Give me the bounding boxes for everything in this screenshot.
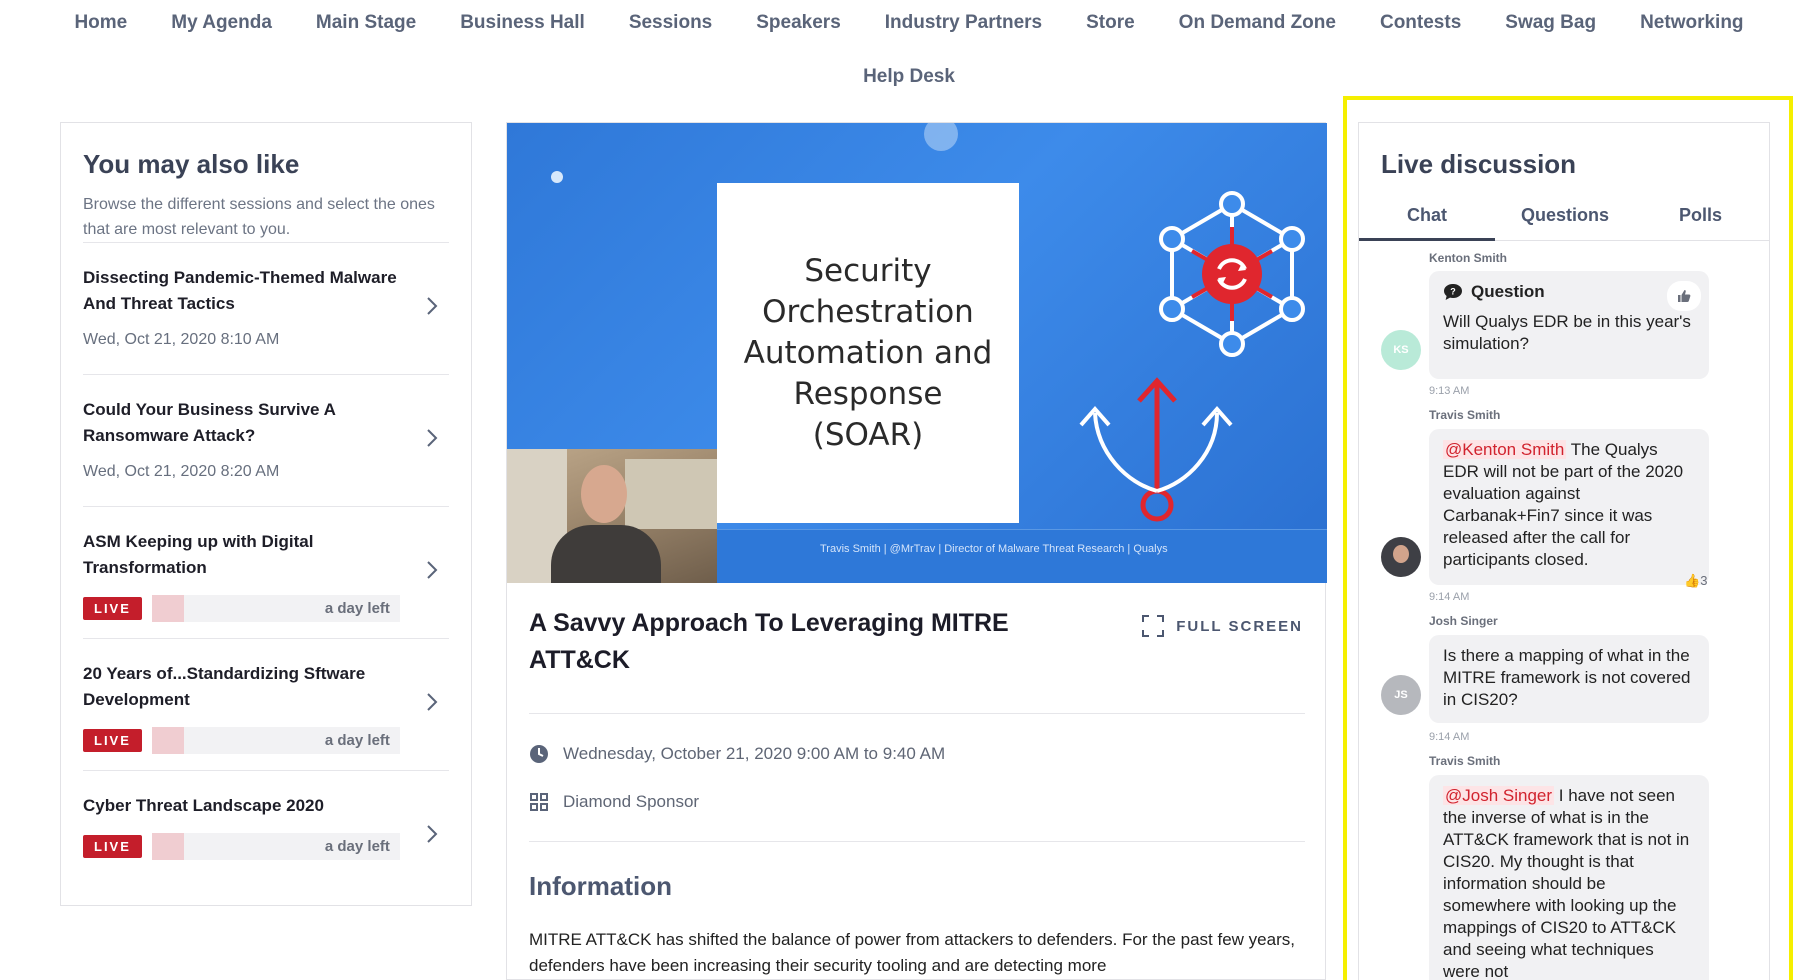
divider [529,841,1305,842]
nav-speakers[interactable]: Speakers [734,12,863,34]
session-date: Wed, Oct 21, 2020 8:10 AM [83,331,280,348]
session-item[interactable]: Cyber Threat Landscape 2020 LIVE a day l… [83,770,449,902]
time-progress-bar: a day left [151,833,400,860]
full-screen-button[interactable]: FULL SCREEN [1142,615,1303,637]
chevron-right-icon[interactable] [425,823,439,845]
nav-my-agenda[interactable]: My Agenda [149,12,294,34]
divider [529,713,1305,714]
slide-caption: Travis Smith | @MrTrav | Director of Mal… [820,543,1168,555]
video-player[interactable]: Security Orchestration Automation and Re… [507,123,1327,583]
nav-business-hall[interactable]: Business Hall [438,12,607,34]
nav-sessions[interactable]: Sessions [607,12,734,34]
soar-hexagon-icon [1159,191,1305,357]
progress-fill [151,833,184,860]
session-detail: Security Orchestration Automation and Re… [506,122,1327,980]
time-progress-bar: a day left [151,727,400,754]
nav-main-stage[interactable]: Main Stage [294,12,438,34]
chevron-right-icon[interactable] [425,691,439,713]
panel-description: Browse the different sessions and select… [83,196,435,238]
live-badge: LIVE [83,835,142,858]
session-item[interactable]: Dissecting Pandemic-Themed Malware And T… [83,242,449,374]
progress-fill [151,595,184,622]
information-heading: Information [529,871,672,901]
nav-help-desk[interactable]: Help Desk [841,66,977,88]
session-title: Cyber Threat Landscape 2020 [83,796,324,815]
time-remaining: a day left [324,838,390,855]
panel-title: You may also like [83,149,300,179]
branching-arrows-icon [1079,377,1233,522]
full-screen-label: FULL SCREEN [1176,617,1303,635]
sponsor-grid-icon [530,793,548,811]
live-badge: LIVE [83,597,142,620]
speaker-webcam [507,449,717,583]
nav-on-demand-zone[interactable]: On Demand Zone [1157,12,1358,34]
sponsor-label: Diamond Sponsor [563,792,700,811]
chevron-right-icon[interactable] [425,559,439,581]
session-item[interactable]: Could Your Business Survive A Ransomware… [83,374,449,506]
nav-row-secondary: Help Desk [0,66,1818,88]
slide-footer-bar [717,529,1327,583]
expand-icon [1142,615,1165,637]
chevron-right-icon[interactable] [425,295,439,317]
session-datetime: Wednesday, October 21, 2020 9:00 AM to 9… [563,744,946,763]
slide-title: Security Orchestration Automation and Re… [743,252,993,453]
session-title: ASM Keeping up with Digital Transformati… [83,532,314,577]
time-progress-bar: a day left [151,595,400,622]
session-date: Wed, Oct 21, 2020 8:20 AM [83,463,280,480]
session-title: Could Your Business Survive A Ransomware… [83,400,336,445]
session-datetime-row: Wednesday, October 21, 2020 9:00 AM to 9… [529,744,945,764]
session-title: 20 Years of...Standardizing Sftware Deve… [83,664,366,709]
nav-home[interactable]: Home [52,12,149,34]
decor-dot [551,171,563,183]
sponsor-row: Diamond Sponsor [529,792,699,812]
information-text: MITRE ATT&CK has shifted the balance of … [529,930,1295,975]
highlight-frame [1343,96,1793,980]
nav-networking[interactable]: Networking [1618,12,1765,34]
session-item[interactable]: 20 Years of...Standardizing Sftware Deve… [83,638,449,770]
clock-icon [530,745,548,763]
live-status-row: LIVE a day left [83,595,449,622]
slide-title-card: Security Orchestration Automation and Re… [717,183,1019,523]
top-navigation: Home My Agenda Main Stage Business Hall … [0,0,1818,100]
live-status-row: LIVE a day left [83,833,449,860]
live-status-row: LIVE a day left [83,727,449,754]
nav-row-primary: Home My Agenda Main Stage Business Hall … [0,12,1818,34]
time-remaining: a day left [324,732,390,749]
time-remaining: a day left [324,600,390,617]
session-item[interactable]: ASM Keeping up with Digital Transformati… [83,506,449,638]
chevron-right-icon[interactable] [425,427,439,449]
decor-dot [924,123,958,151]
nav-industry-partners[interactable]: Industry Partners [863,12,1064,34]
live-badge: LIVE [83,729,142,752]
progress-fill [151,727,184,754]
session-title: Dissecting Pandemic-Themed Malware And T… [83,268,397,313]
nav-contests[interactable]: Contests [1358,12,1483,34]
nav-swag-bag[interactable]: Swag Bag [1483,12,1618,34]
nav-store[interactable]: Store [1064,12,1157,34]
you-may-also-like-panel: You may also like Browse the different s… [60,122,472,906]
session-title: A Savvy Approach To Leveraging MITRE ATT… [529,609,1009,674]
